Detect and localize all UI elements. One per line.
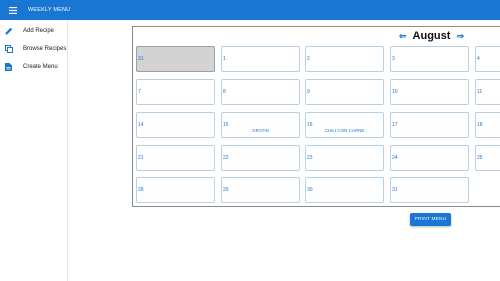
day-number: 31	[138, 56, 144, 62]
day-cell[interactable]: 8	[221, 79, 300, 105]
day-cell[interactable]: 24	[390, 145, 469, 171]
day-cell[interactable]: 16 CHILI CON CARNE	[305, 112, 384, 138]
sidebar-item-label: Add Recipe	[23, 28, 55, 34]
day-cell[interactable]: 21	[136, 145, 215, 171]
day-cell[interactable]: 1	[221, 46, 300, 72]
document-icon	[4, 63, 13, 72]
day-cell[interactable]: 15 GRATIN	[221, 112, 300, 138]
day-cell[interactable]: 30	[305, 177, 384, 203]
day-cell[interactable]: 7	[136, 79, 215, 105]
day-cell[interactable]: 28	[136, 177, 215, 203]
day-number: 10	[392, 89, 398, 95]
day-number: 3	[392, 56, 395, 62]
app-title: WEEKLY MENU	[28, 7, 71, 13]
day-cell[interactable]: 9	[305, 79, 384, 105]
day-cell[interactable]: 29	[221, 177, 300, 203]
day-number: 17	[392, 122, 398, 128]
calendar: ⇐ August ⇒ 31 1 2 3 4 7 8 9 10 11 14 15 GRATIN 16 CHIL…	[132, 26, 500, 207]
sidebar-item-add-recipe[interactable]: Add Recipe	[0, 23, 67, 39]
day-cell[interactable]: 22	[221, 145, 300, 171]
day-number: 24	[392, 155, 398, 161]
day-number: 1	[223, 56, 226, 62]
day-number: 18	[477, 122, 483, 128]
day-cell[interactable]: 2	[305, 46, 384, 72]
day-number: 23	[307, 155, 313, 161]
day-number: 31	[392, 187, 398, 193]
sidebar: Add Recipe Browse Recipes Create Menu	[0, 20, 68, 281]
day-cell[interactable]: 31	[390, 177, 469, 203]
print-menu-button[interactable]: PRINT MENU	[410, 213, 451, 226]
day-meal: GRATIN	[252, 128, 269, 133]
app-bar: WEEKLY MENU	[0, 0, 500, 20]
day-number: 11	[477, 89, 483, 95]
day-number: 14	[138, 122, 144, 128]
pencil-icon	[4, 27, 13, 36]
day-number: 4	[477, 56, 480, 62]
day-number: 21	[138, 155, 144, 161]
day-cell[interactable]: 10	[390, 79, 469, 105]
copy-icon	[4, 45, 13, 54]
day-number: 22	[223, 155, 229, 161]
hamburger-menu-icon[interactable]	[3, 0, 23, 20]
day-number: 8	[223, 89, 226, 95]
day-cell[interactable]: 25	[475, 145, 500, 171]
calendar-header: ⇐ August ⇒	[399, 28, 464, 44]
sidebar-item-label: Create Menu	[23, 64, 58, 70]
day-cell[interactable]: 4	[475, 46, 500, 72]
sidebar-item-label: Browse Recipes	[23, 46, 67, 52]
sidebar-item-browse-recipes[interactable]: Browse Recipes	[0, 41, 67, 57]
day-number: 30	[307, 187, 313, 193]
day-cell[interactable]: 14	[136, 112, 215, 138]
day-number: 29	[223, 187, 229, 193]
day-cell[interactable]: 18	[475, 112, 500, 138]
next-month-arrow-icon[interactable]: ⇒	[456, 31, 464, 41]
day-number: 2	[307, 56, 310, 62]
month-label: August	[412, 30, 451, 42]
day-cell[interactable]: 17	[390, 112, 469, 138]
day-cell: 31	[136, 46, 215, 72]
day-cell[interactable]: 23	[305, 145, 384, 171]
day-number: 25	[477, 155, 483, 161]
day-meal: CHILI CON CARNE	[324, 128, 365, 133]
day-number: 9	[307, 89, 310, 95]
day-number: 28	[138, 187, 144, 193]
prev-month-arrow-icon[interactable]: ⇐	[399, 31, 407, 41]
day-cell[interactable]: 11	[475, 79, 500, 105]
sidebar-item-create-menu[interactable]: Create Menu	[0, 59, 67, 75]
day-number: 7	[138, 89, 141, 95]
day-cell[interactable]: 3	[390, 46, 469, 72]
